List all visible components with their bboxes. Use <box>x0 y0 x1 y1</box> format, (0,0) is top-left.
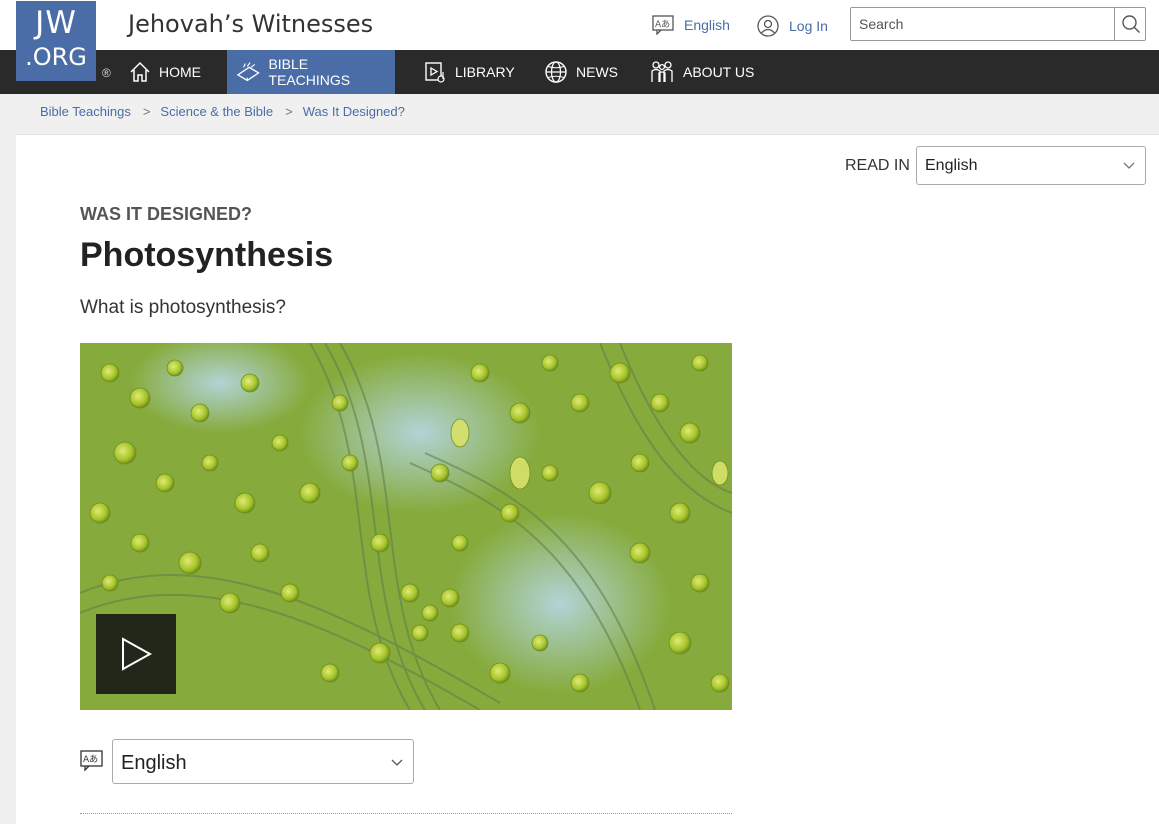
chevron-down-icon <box>1123 162 1135 169</box>
nav-library-label: LIBRARY <box>455 64 515 80</box>
language-icon: Aあ <box>652 15 674 35</box>
user-icon <box>757 15 779 37</box>
svg-text:Aあ: Aあ <box>83 754 98 765</box>
breadcrumb: Bible Teachings > Science & the Bible > … <box>40 104 405 119</box>
site-title[interactable]: Jehovah’s Witnesses <box>128 10 373 38</box>
logo-line2: .ORG <box>25 43 87 71</box>
language-link-label: English <box>684 17 730 33</box>
breadcrumb-bible-teachings[interactable]: Bible Teachings <box>40 104 131 119</box>
nav-about-us-label: ABOUT US <box>683 64 755 80</box>
breadcrumb-separator-icon: > <box>285 104 293 119</box>
search-box <box>850 7 1146 41</box>
nav-bible-teachings[interactable]: BIBLE TEACHINGS <box>227 50 395 94</box>
login-link-label: Log In <box>789 18 828 34</box>
page-title: Photosynthesis <box>80 236 334 274</box>
login-link[interactable]: Log In <box>757 15 828 37</box>
algae-image <box>80 343 732 710</box>
main-nav: HOME BIBLE TEACHINGS LIBRARY NEWS ABOUT … <box>0 50 1159 94</box>
search-icon <box>1121 15 1140 33</box>
article-content: READ IN English WAS IT DESIGNED? Photosy… <box>16 134 1159 824</box>
search-input[interactable] <box>851 8 1113 40</box>
read-in-label: READ IN <box>845 157 910 174</box>
article-kicker: WAS IT DESIGNED? <box>80 204 253 224</box>
jw-org-logo[interactable]: JW .ORG <box>16 1 96 81</box>
nav-about-us[interactable]: ABOUT US <box>640 50 763 94</box>
home-icon <box>130 61 150 82</box>
play-button[interactable] <box>96 614 176 694</box>
library-icon <box>425 62 445 83</box>
globe-icon <box>545 61 567 83</box>
search-button[interactable] <box>1114 8 1146 40</box>
section-divider <box>80 813 732 814</box>
registered-mark: ® <box>102 66 111 80</box>
nav-home-label: HOME <box>159 64 201 80</box>
top-header: Jehovah’s Witnesses Aあ English Log In <box>0 0 1159 50</box>
nav-news[interactable]: NEWS <box>535 50 627 94</box>
nav-bible-teachings-label: BIBLE TEACHINGS <box>268 56 351 88</box>
nav-library[interactable]: LIBRARY <box>414 50 524 94</box>
video-language-select[interactable]: English <box>112 739 414 784</box>
breadcrumb-science-bible[interactable]: Science & the Bible <box>160 104 273 119</box>
breadcrumb-was-it-designed[interactable]: Was It Designed? <box>303 104 405 119</box>
language-icon: Aあ <box>80 750 103 772</box>
nav-news-label: NEWS <box>576 64 618 80</box>
people-icon <box>651 61 673 82</box>
video-player[interactable] <box>80 343 732 710</box>
read-in-language-select[interactable]: English <box>916 146 1146 185</box>
play-icon <box>122 637 153 671</box>
breadcrumb-separator-icon: > <box>142 104 151 119</box>
open-bible-icon <box>236 62 260 82</box>
nav-home[interactable]: HOME <box>120 50 210 94</box>
article-question: What is photosynthesis? <box>80 297 286 318</box>
svg-text:Aあ: Aあ <box>655 19 670 30</box>
logo-line1: JW <box>35 5 77 41</box>
read-in-selected: English <box>925 157 978 174</box>
chevron-down-icon <box>391 759 403 766</box>
language-link[interactable]: Aあ English <box>652 15 730 35</box>
video-language-selected: English <box>121 752 187 774</box>
